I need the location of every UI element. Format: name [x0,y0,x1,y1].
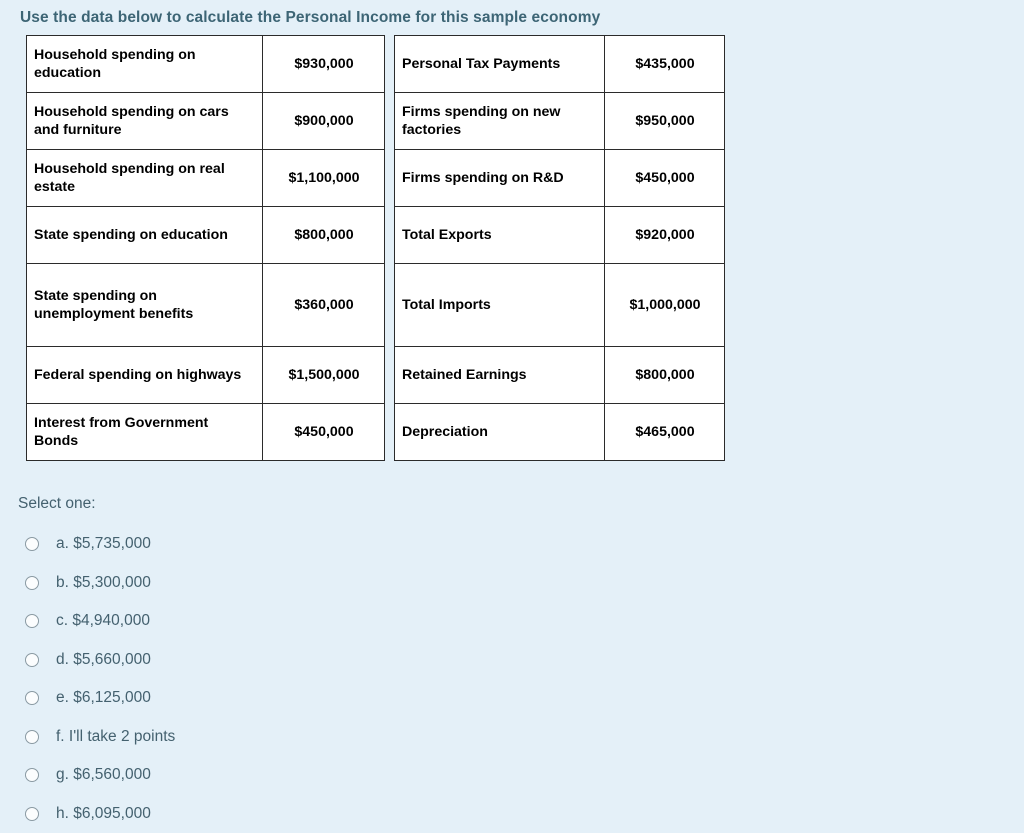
answer-option[interactable]: h. $6,095,000 [18,795,478,833]
table-row: Firms spending on new factories$950,000 [395,93,725,150]
table-cell-value: $800,000 [263,207,385,264]
table-cell-label: Retained Earnings [395,347,605,404]
radio-button-icon[interactable] [25,807,39,821]
table-row: State spending on unemployment benefits$… [27,264,385,347]
table-cell-label: Total Imports [395,264,605,347]
left-table-body: Household spending on education$930,000H… [27,36,385,461]
table-cell-label: Personal Tax Payments [395,36,605,93]
table-cell-label: State spending on unemployment benefits [27,264,263,347]
answer-option[interactable]: d. $5,660,000 [18,641,478,680]
table-cell-label: Household spending on education [27,36,263,93]
answer-option-label[interactable]: h. $6,095,000 [56,805,151,823]
table-cell-value: $900,000 [263,93,385,150]
table-cell-label: Firms spending on new factories [395,93,605,150]
table-row: Household spending on cars and furniture… [27,93,385,150]
answer-option-label[interactable]: e. $6,125,000 [56,689,151,707]
select-one-prompt: Select one: [18,495,96,513]
answer-option-label[interactable]: c. $4,940,000 [56,612,150,630]
answer-option[interactable]: e. $6,125,000 [18,679,478,718]
table-row: Household spending on education$930,000 [27,36,385,93]
table-cell-value: $950,000 [605,93,725,150]
answer-option[interactable]: c. $4,940,000 [18,602,478,641]
table-cell-value: $1,500,000 [263,347,385,404]
table-cell-label: State spending on education [27,207,263,264]
table-cell-label: Household spending on real estate [27,150,263,207]
radio-button-icon[interactable] [25,576,39,590]
answer-option-label[interactable]: g. $6,560,000 [56,766,151,784]
data-tables-figure: Household spending on education$930,000H… [26,35,696,462]
table-row: Interest from Government Bonds$450,000 [27,404,385,461]
table-cell-value: $360,000 [263,264,385,347]
answer-options-list: a. $5,735,000 b. $5,300,000 c. $4,940,000 d… [18,525,478,833]
answer-option[interactable]: g. $6,560,000 [18,756,478,795]
answer-option[interactable]: b. $5,300,000 [18,564,478,603]
table-cell-label: Household spending on cars and furniture [27,93,263,150]
answer-option[interactable]: a. $5,735,000 [18,525,478,564]
table-cell-value: $435,000 [605,36,725,93]
table-cell-label: Interest from Government Bonds [27,404,263,461]
radio-button-icon[interactable] [25,537,39,551]
radio-button-icon[interactable] [25,691,39,705]
table-cell-value: $465,000 [605,404,725,461]
table-cell-value: $450,000 [605,150,725,207]
radio-button-icon[interactable] [25,653,39,667]
table-cell-label: Firms spending on R&D [395,150,605,207]
table-cell-label: Depreciation [395,404,605,461]
answer-option-label[interactable]: d. $5,660,000 [56,651,151,669]
radio-button-icon[interactable] [25,768,39,782]
table-row: Personal Tax Payments$435,000 [395,36,725,93]
page-title: Use the data below to calculate the Pers… [20,9,600,27]
table-cell-label: Federal spending on highways [27,347,263,404]
table-row: Total Imports$1,000,000 [395,264,725,347]
right-data-table: Personal Tax Payments$435,000Firms spend… [394,35,725,461]
table-cell-value: $450,000 [263,404,385,461]
answer-option-label[interactable]: f. I'll take 2 points [56,728,175,746]
table-row: Household spending on real estate$1,100,… [27,150,385,207]
left-data-table: Household spending on education$930,000H… [26,35,385,461]
table-cell-value: $1,100,000 [263,150,385,207]
table-cell-label: Total Exports [395,207,605,264]
table-row: Firms spending on R&D$450,000 [395,150,725,207]
question-page: Use the data below to calculate the Pers… [0,0,1024,821]
answer-option-label[interactable]: b. $5,300,000 [56,574,151,592]
radio-button-icon[interactable] [25,730,39,744]
table-row: Retained Earnings$800,000 [395,347,725,404]
table-row: Total Exports$920,000 [395,207,725,264]
table-cell-value: $800,000 [605,347,725,404]
table-row: State spending on education$800,000 [27,207,385,264]
right-table-body: Personal Tax Payments$435,000Firms spend… [395,36,725,461]
table-row: Depreciation$465,000 [395,404,725,461]
answer-option-label[interactable]: a. $5,735,000 [56,535,151,553]
answer-option[interactable]: f. I'll take 2 points [18,718,478,757]
table-cell-value: $1,000,000 [605,264,725,347]
radio-button-icon[interactable] [25,614,39,628]
table-cell-value: $920,000 [605,207,725,264]
table-cell-value: $930,000 [263,36,385,93]
table-row: Federal spending on highways$1,500,000 [27,347,385,404]
